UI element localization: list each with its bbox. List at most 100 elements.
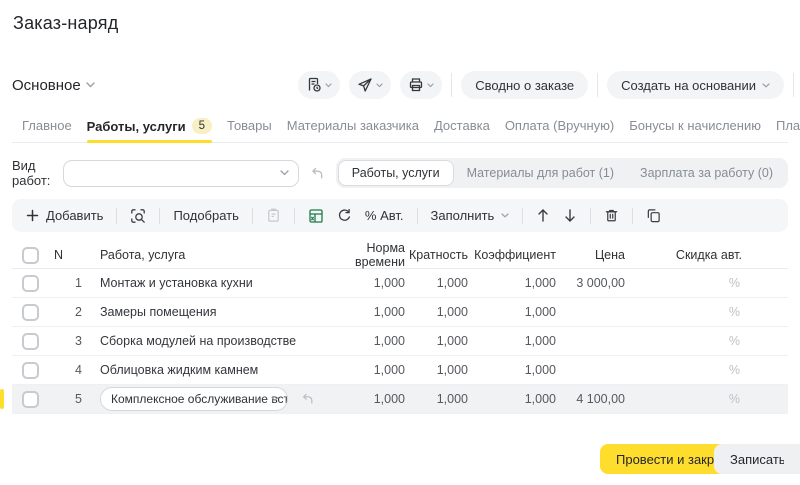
price-cell[interactable]: 3 000,00	[556, 276, 625, 290]
tab-count-badge: 5	[192, 118, 212, 134]
main-menu-button[interactable]: Основное	[12, 77, 95, 94]
coef-cell[interactable]: 1,000	[468, 392, 556, 406]
table-row[interactable]: 3 Сборка модулей на производстве 1,000 1…	[12, 327, 788, 356]
tab-platezhny-kalendar[interactable]: Платежный календарь	[776, 118, 800, 141]
table-header: N Работа, услуга Норма времени Кратность…	[12, 241, 788, 269]
report-button[interactable]	[298, 71, 340, 99]
coef-cell[interactable]: 1,000	[468, 363, 556, 377]
segment-materialy[interactable]: Материалы для работ (1)	[454, 160, 627, 186]
discount-cell[interactable]: %	[625, 363, 742, 377]
auto-percent-button[interactable]: % Авт.	[365, 208, 404, 223]
work-name-cell: Комплексное обслуживание вст...	[90, 387, 320, 411]
mult-cell[interactable]: 1,000	[405, 276, 468, 290]
segment-zarplata[interactable]: Зарплата за работу (0)	[627, 160, 786, 186]
row-checkbox[interactable]	[22, 333, 39, 350]
add-row-label: Добавить	[46, 208, 103, 223]
col-coef: Коэффициент	[468, 248, 556, 262]
mult-cell[interactable]: 1,000	[405, 363, 468, 377]
table-row[interactable]: 4 Облицовка жидким камнем 1,000 1,000 1,…	[12, 356, 788, 385]
add-row-button[interactable]: Добавить	[26, 208, 103, 223]
work-name-value: Комплексное обслуживание вст...	[111, 392, 288, 406]
table-row[interactable]: 1 Монтаж и установка кухни 1,000 1,000 1…	[12, 269, 788, 298]
mult-cell[interactable]: 1,000	[405, 334, 468, 348]
chevron-down-icon[interactable]	[271, 397, 279, 402]
tab-dostavka[interactable]: Доставка	[434, 118, 490, 141]
divider	[294, 208, 295, 224]
refresh-icon[interactable]	[337, 208, 352, 223]
trash-icon[interactable]	[604, 208, 619, 223]
work-name-cell[interactable]: Сборка модулей на производстве	[90, 334, 320, 348]
col-discount: Скидка авт.	[625, 248, 742, 262]
scan-search-icon[interactable]	[130, 208, 146, 224]
discount-cell[interactable]: %	[625, 305, 742, 319]
mult-cell[interactable]: 1,000	[405, 305, 468, 319]
tab-glavnoe[interactable]: Главное	[22, 118, 72, 141]
tab-bonusy[interactable]: Бонусы к начислению	[629, 118, 761, 141]
work-name-cell[interactable]: Монтаж и установка кухни	[90, 276, 320, 290]
norm-cell[interactable]: 1,000	[320, 305, 405, 319]
select-all-checkbox[interactable]	[22, 247, 39, 264]
coef-cell[interactable]: 1,000	[468, 334, 556, 348]
discount-cell[interactable]: %	[625, 392, 742, 406]
norm-cell[interactable]: 1,000	[320, 363, 405, 377]
table-row-editing[interactable]: 5 Комплексное обслуживание вст... 1,000 …	[12, 385, 788, 414]
paste-icon	[266, 208, 281, 223]
chevron-down-icon	[762, 83, 770, 88]
chevron-down-icon	[376, 83, 383, 88]
order-summary-button[interactable]: Сводно о заказе	[461, 71, 588, 99]
norm-cell[interactable]: 1,000	[320, 276, 405, 290]
segment-raboty-uslugi[interactable]: Работы, услуги	[338, 160, 454, 186]
row-checkbox[interactable]	[22, 304, 39, 321]
row-checkbox[interactable]	[22, 362, 39, 379]
norm-cell[interactable]: 1,000	[320, 334, 405, 348]
coef-cell[interactable]: 1,000	[468, 276, 556, 290]
active-row-marker	[0, 389, 4, 409]
row-checkbox[interactable]	[22, 391, 39, 408]
work-type-label: Вид работ:	[12, 158, 63, 188]
tab-raboty-uslugi[interactable]: Работы, услуги 5	[87, 118, 212, 142]
fill-button[interactable]: Заполнить	[431, 208, 510, 223]
row-number: 3	[48, 334, 90, 348]
pick-button[interactable]: Подобрать	[173, 208, 238, 223]
table-row[interactable]: 2 Замеры помещения 1,000 1,000 1,000 %	[12, 298, 788, 327]
send-button[interactable]	[349, 71, 391, 99]
tab-materialy-zakazchika[interactable]: Материалы заказчика	[287, 118, 419, 141]
work-name-combobox[interactable]: Комплексное обслуживание вст...	[100, 387, 288, 411]
row-checkbox[interactable]	[22, 275, 39, 292]
discount-cell[interactable]: %	[625, 276, 742, 290]
col-norm: Норма времени	[320, 241, 405, 269]
work-type-combobox[interactable]	[63, 160, 299, 187]
print-button[interactable]	[400, 71, 442, 99]
partial-button[interactable]	[784, 444, 800, 474]
arrow-up-icon[interactable]	[536, 208, 550, 223]
header-row: Основное	[12, 70, 794, 100]
header-actions: Сводно о заказе Создать на основании	[298, 71, 794, 99]
fill-label: Заполнить	[431, 208, 495, 223]
tab-oplata[interactable]: Оплата (Вручную)	[505, 118, 614, 141]
tab-bar: Главное Работы, услуги 5 Товары Материал…	[12, 118, 788, 143]
work-name-cell[interactable]: Замеры помещения	[90, 305, 320, 319]
work-name-cell[interactable]: Облицовка жидким камнем	[90, 363, 320, 377]
arrow-down-icon[interactable]	[563, 208, 577, 223]
filter-row: Вид работ: Работы, услуги Материалы для …	[12, 157, 788, 189]
excel-table-icon[interactable]	[308, 208, 324, 224]
open-link-icon[interactable]	[300, 392, 314, 406]
row-number: 5	[48, 392, 90, 406]
print-icon	[408, 77, 424, 93]
tab-tovary[interactable]: Товары	[227, 118, 272, 141]
chevron-down-icon	[325, 83, 332, 88]
price-cell[interactable]: 4 100,00	[556, 392, 625, 406]
divider	[451, 73, 452, 97]
chevron-down-icon[interactable]	[280, 170, 289, 176]
table-view-segmented-control: Работы, услуги Материалы для работ (1) З…	[336, 158, 788, 188]
create-from-button[interactable]: Создать на основании	[607, 71, 784, 99]
row-number: 2	[48, 305, 90, 319]
mult-cell[interactable]: 1,000	[405, 392, 468, 406]
coef-cell[interactable]: 1,000	[468, 305, 556, 319]
open-link-icon[interactable]	[309, 166, 324, 181]
copy-icon[interactable]	[646, 208, 661, 223]
norm-cell[interactable]: 1,000	[320, 392, 405, 406]
chevron-down-icon	[86, 82, 95, 88]
discount-cell[interactable]: %	[625, 334, 742, 348]
chevron-down-icon	[501, 213, 509, 218]
